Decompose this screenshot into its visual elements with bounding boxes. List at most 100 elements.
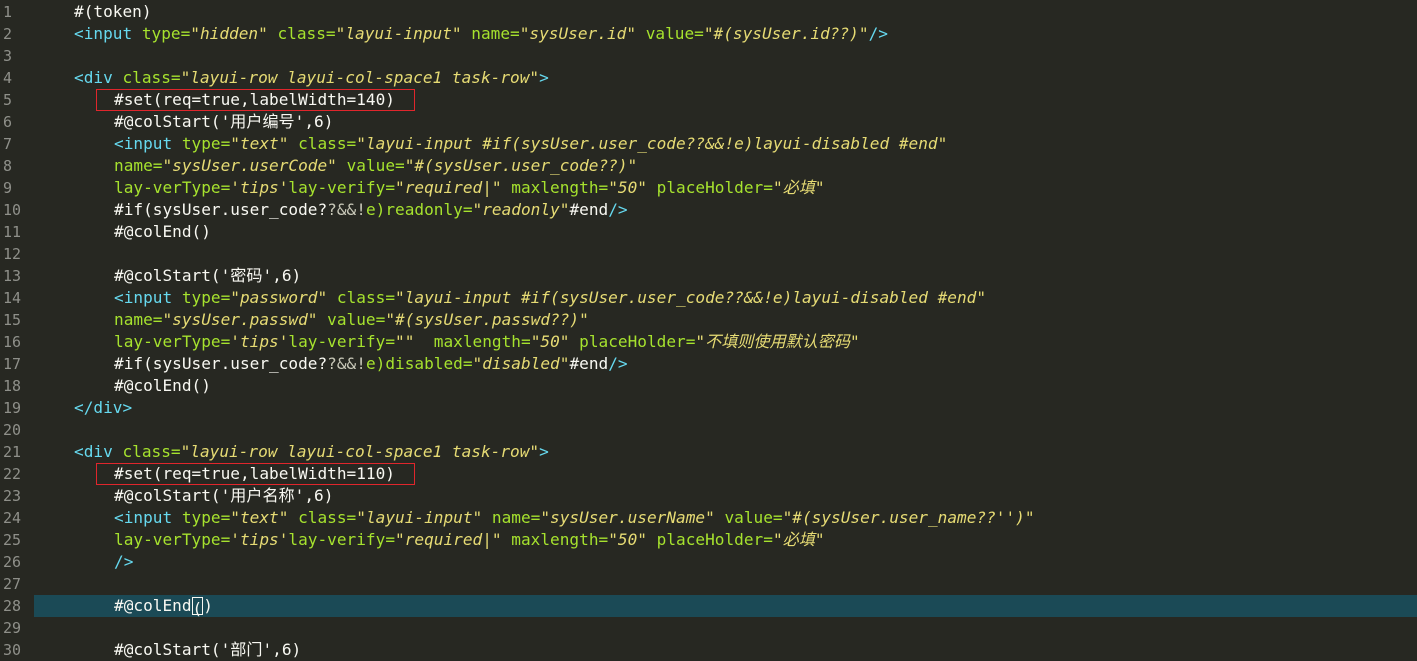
code-line[interactable]: 4 <div class="layui-row layui-col-space1 … <box>0 67 1417 89</box>
code-line[interactable]: 29 <box>0 617 1417 639</box>
code-line[interactable]: 2 <input type="hidden" class="layui-input… <box>0 23 1417 45</box>
highlight-box <box>96 89 415 111</box>
code-token: e)disabled= <box>365 354 473 373</box>
code-token: "" <box>395 332 415 351</box>
code-token: placeHolder= <box>646 178 773 197</box>
code-line[interactable]: 10 #if(sysUser.user_code??&&!e)readonly="… <box>0 199 1417 221</box>
code-text: #@colEnd() <box>114 221 211 243</box>
code-token: 'tips' <box>230 530 289 549</box>
line-number: 24 <box>3 509 22 527</box>
code-line[interactable]: 3 <box>0 45 1417 67</box>
code-text: #@colEnd() <box>114 375 211 397</box>
code-token: name= <box>114 156 163 175</box>
code-token: "layui-input #if(sysUser.user_code??&&!e… <box>356 134 948 153</box>
code-token: "layui-input" <box>356 508 483 527</box>
line-number: 21 <box>3 443 22 461</box>
code-line[interactable]: 9 lay-verType='tips'lay-verify="required|… <box>0 177 1417 199</box>
code-token: /> <box>114 552 134 571</box>
code-token: #if(sysUser.user_code? <box>114 200 328 219</box>
code-text: name="sysUser.passwd" value="#(sysUser.p… <box>114 309 589 331</box>
code-token: /> <box>608 200 628 219</box>
code-token: "layui-input #if(sysUser.user_code??&&!e… <box>395 288 987 307</box>
code-token: #@colEnd() <box>114 376 211 395</box>
code-line[interactable]: 12 <box>0 243 1417 265</box>
code-token: value= <box>636 24 704 43</box>
code-token: ) <box>203 596 213 615</box>
code-token: "text" <box>230 134 289 153</box>
text-cursor-bracket: ( <box>191 597 204 618</box>
line-number: 15 <box>3 311 22 329</box>
code-line[interactable]: 8 name="sysUser.userCode" value="#(sysUse… <box>0 155 1417 177</box>
code-token: "必填" <box>772 178 825 197</box>
code-token: name= <box>114 310 163 329</box>
code-editor[interactable]: 1 #(token) 2 <input type="hidden" class="la… <box>0 0 1417 659</box>
code-text: #if(sysUser.user_code??&&!e)readonly="re… <box>114 199 628 221</box>
code-line[interactable]: 20 <box>0 419 1417 441</box>
line-number: 25 <box>3 531 22 549</box>
code-line[interactable]: 1 #(token) <box>0 1 1417 23</box>
code-text: <input type="password" class="layui-inpu… <box>114 287 986 309</box>
code-line[interactable]: 19 </div> <box>0 397 1417 419</box>
line-number: 4 <box>3 69 13 87</box>
code-token: "password" <box>230 288 328 307</box>
code-token: lay-verType= <box>114 178 231 197</box>
code-token: #(token) <box>74 2 152 21</box>
code-token: name= <box>482 508 541 527</box>
code-line[interactable]: 14 <input type="password" class="layui-in… <box>0 287 1417 309</box>
code-line[interactable]: 11 #@colEnd() <box>0 221 1417 243</box>
code-line[interactable]: 18 #@colEnd() <box>0 375 1417 397</box>
code-token: "layui-input" <box>335 24 462 43</box>
code-line[interactable]: 26 /> <box>0 551 1417 573</box>
code-token: value= <box>317 310 386 329</box>
code-token: "readonly" <box>472 200 570 219</box>
code-token: "sysUser.passwd" <box>162 310 318 329</box>
code-token: placeHolder= <box>569 332 696 351</box>
code-line[interactable]: 24 <input type="text" class="layui-input"… <box>0 507 1417 529</box>
code-token: "layui-row layui-col-space1 task-row" <box>180 442 540 461</box>
line-number: 1 <box>3 3 13 21</box>
line-number: 23 <box>3 487 22 505</box>
code-token: #@colStart('密码',6) <box>114 266 302 285</box>
code-text: </div> <box>74 397 132 419</box>
code-token: "#(sysUser.user_name??'')" <box>782 508 1035 527</box>
line-number: 10 <box>3 201 22 219</box>
code-token: class= <box>112 68 181 87</box>
code-line[interactable]: 7 <input type="text" class="layui-input #… <box>0 133 1417 155</box>
code-token: "sysUser.id" <box>519 24 637 43</box>
code-line[interactable]: 25 lay-verType='tips'lay-verify="required… <box>0 529 1417 551</box>
code-line[interactable]: 28 #@colEnd() <box>0 595 1417 618</box>
line-number: 19 <box>3 399 22 417</box>
code-line[interactable]: 21 <div class="layui-row layui-col-space1… <box>0 441 1417 463</box>
code-line[interactable]: 16 lay-verType='tips'lay-verify="" maxlen… <box>0 331 1417 353</box>
code-token: lay-verType= <box>114 332 231 351</box>
code-text: <div class="layui-row layui-col-space1 t… <box>74 67 549 89</box>
code-token: #if(sysUser.user_code? <box>114 354 328 373</box>
line-number: 3 <box>3 47 13 65</box>
code-token: "#(sysUser.user_code??)" <box>404 156 638 175</box>
code-token: "50" <box>608 178 647 197</box>
line-number: 2 <box>3 25 13 43</box>
line-number: 14 <box>3 289 22 307</box>
code-token: "50" <box>608 530 647 549</box>
code-line[interactable]: 6 #@colStart('用户编号',6) <box>0 111 1417 133</box>
code-text: #@colStart('用户编号',6) <box>114 111 333 133</box>
highlight-box <box>96 463 415 485</box>
code-line[interactable]: 23 #@colStart('用户名称',6) <box>0 485 1417 507</box>
code-text: /> <box>114 551 133 573</box>
code-line[interactable]: 17 #if(sysUser.user_code??&&!e)disabled="… <box>0 353 1417 375</box>
code-text: #if(sysUser.user_code??&&!e)disabled="di… <box>114 353 628 375</box>
code-line[interactable]: 13 #@colStart('密码',6) <box>0 265 1417 287</box>
code-token: "50" <box>530 332 570 351</box>
code-token: placeHolder= <box>646 530 773 549</box>
code-text: #@colStart('密码',6) <box>114 265 301 287</box>
line-number: 12 <box>3 245 22 263</box>
code-token: 'tips' <box>230 332 289 351</box>
code-token: #@colEnd() <box>114 222 211 241</box>
code-token: "hidden" <box>190 24 268 43</box>
code-token: "#(sysUser.passwd??)" <box>385 310 589 329</box>
code-token: "text" <box>230 508 289 527</box>
code-line[interactable]: 27 <box>0 573 1417 595</box>
code-token: name= <box>461 24 520 43</box>
line-number: 26 <box>3 553 22 571</box>
code-line[interactable]: 15 name="sysUser.passwd" value="#(sysUser… <box>0 309 1417 331</box>
